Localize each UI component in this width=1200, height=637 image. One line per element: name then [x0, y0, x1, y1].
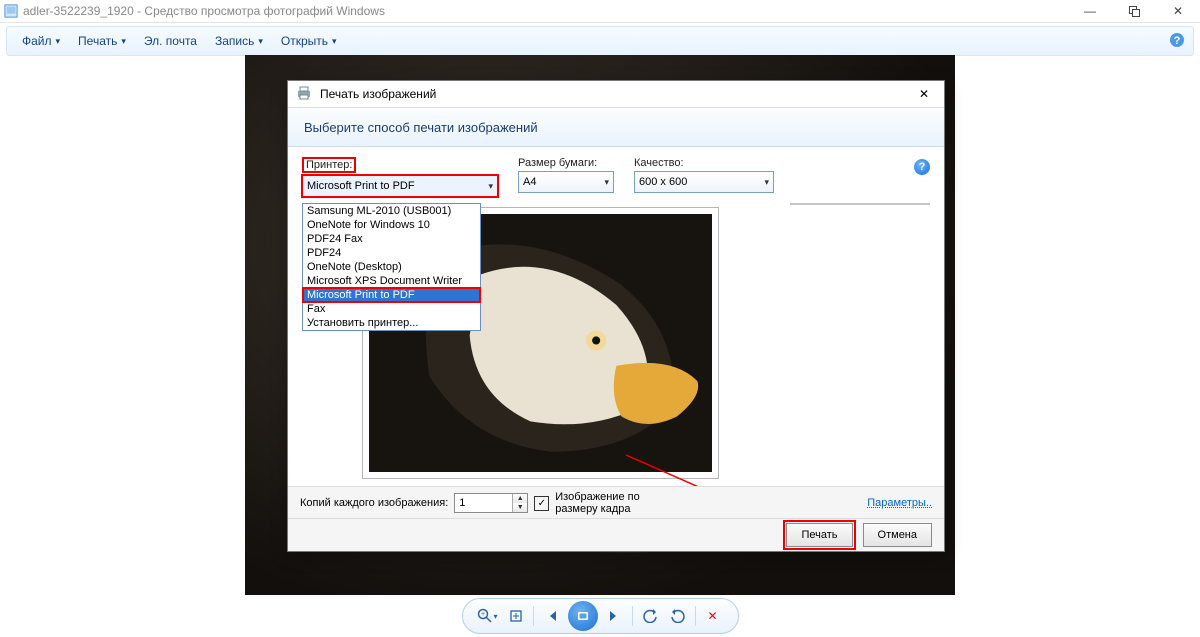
app-icon [4, 4, 18, 18]
menu-email[interactable]: Эл. почта [137, 31, 204, 51]
svg-text:?: ? [1174, 35, 1181, 47]
paper-select[interactable]: A4 [518, 171, 614, 193]
print-dialog: Печать изображений ✕ Выберите способ печ… [287, 80, 945, 552]
dialog-body: Принтер: Microsoft Print to PDF Размер б… [288, 147, 944, 203]
maximize-button[interactable] [1112, 0, 1156, 22]
layout-option-fullpage[interactable]: Во всю страницу [791, 204, 929, 205]
fit-checkbox[interactable]: ✓ [534, 496, 549, 511]
quality-select[interactable]: 600 x 600 [634, 171, 774, 193]
printer-select[interactable]: Microsoft Print to PDF [302, 175, 498, 197]
printer-option[interactable]: PDF24 [303, 246, 480, 260]
print-button[interactable]: Печать [786, 523, 852, 547]
menu-open[interactable]: Открыть [274, 31, 344, 51]
app-window: adler-3522239_1920 - Средство просмотра … [0, 0, 1200, 637]
next-image-button[interactable] [604, 605, 626, 627]
copies-label: Копий каждого изображения: [300, 497, 448, 509]
menu-file[interactable]: Файл [15, 31, 67, 51]
spin-up[interactable]: ▲ [513, 494, 527, 503]
rotate-ccw-button[interactable] [639, 605, 661, 627]
paper-label: Размер бумаги: [518, 157, 614, 169]
cancel-button[interactable]: Отмена [863, 523, 932, 547]
minimize-button[interactable]: ― [1068, 0, 1112, 22]
printer-option[interactable]: Установить принтер... [303, 316, 480, 330]
printer-option[interactable]: Fax [303, 302, 480, 316]
fit-button[interactable] [505, 605, 527, 627]
title-bar: adler-3522239_1920 - Средство просмотра … [0, 0, 1200, 23]
dialog-close-button[interactable]: ✕ [908, 83, 940, 105]
zoom-button[interactable]: +▾ [477, 605, 499, 627]
svg-text:+: + [481, 611, 485, 618]
printer-option[interactable]: Samsung ML-2010 (USB001) [303, 204, 480, 218]
delete-button[interactable]: ✕ [702, 605, 724, 627]
printer-icon [296, 86, 312, 103]
copies-row: Копий каждого изображения: 1 ▲▼ ✓ Изобра… [288, 486, 944, 519]
viewer-toolbar: +▾ ✕ [0, 599, 1200, 633]
menu-bar: Файл Печать Эл. почта Запись Открыть ? [6, 26, 1194, 56]
printer-option[interactable]: PDF24 Fax [303, 232, 480, 246]
printer-option-selected[interactable]: Microsoft Print to PDF [303, 288, 480, 302]
dialog-title: Печать изображений [320, 87, 436, 101]
copies-spinner[interactable]: 1 ▲▼ [454, 493, 528, 513]
fit-label: Изображение по размеру кадра [555, 491, 665, 515]
menu-print[interactable]: Печать [71, 31, 133, 51]
window-title: adler-3522239_1920 - Средство просмотра … [23, 4, 385, 18]
printer-option[interactable]: Microsoft XPS Document Writer [303, 274, 480, 288]
params-link[interactable]: Параметры.. [867, 497, 932, 509]
printer-option[interactable]: OneNote (Desktop) [303, 260, 480, 274]
slideshow-button[interactable] [568, 601, 598, 631]
printer-dropdown-list: Samsung ML-2010 (USB001) OneNote for Win… [302, 203, 481, 331]
menu-burn[interactable]: Запись [208, 31, 270, 51]
dialog-help-icon[interactable]: ? [914, 159, 930, 175]
close-button[interactable]: ✕ [1156, 0, 1200, 22]
quality-label: Качество: [634, 157, 774, 169]
rotate-cw-button[interactable] [667, 605, 689, 627]
dialog-header[interactable]: Печать изображений ✕ [288, 81, 944, 108]
button-row: Печать Отмена [288, 518, 944, 551]
dialog-subtitle: Выберите способ печати изображений [288, 108, 944, 147]
printer-option[interactable]: OneNote for Windows 10 [303, 218, 480, 232]
layout-list: Во всю страницу 13 x 18 см (2) 20 x 25 с… [790, 203, 930, 205]
printer-label: Принтер: [302, 157, 498, 173]
help-icon[interactable]: ? [1169, 32, 1185, 51]
prev-image-button[interactable] [540, 605, 562, 627]
spin-down[interactable]: ▼ [513, 503, 527, 512]
